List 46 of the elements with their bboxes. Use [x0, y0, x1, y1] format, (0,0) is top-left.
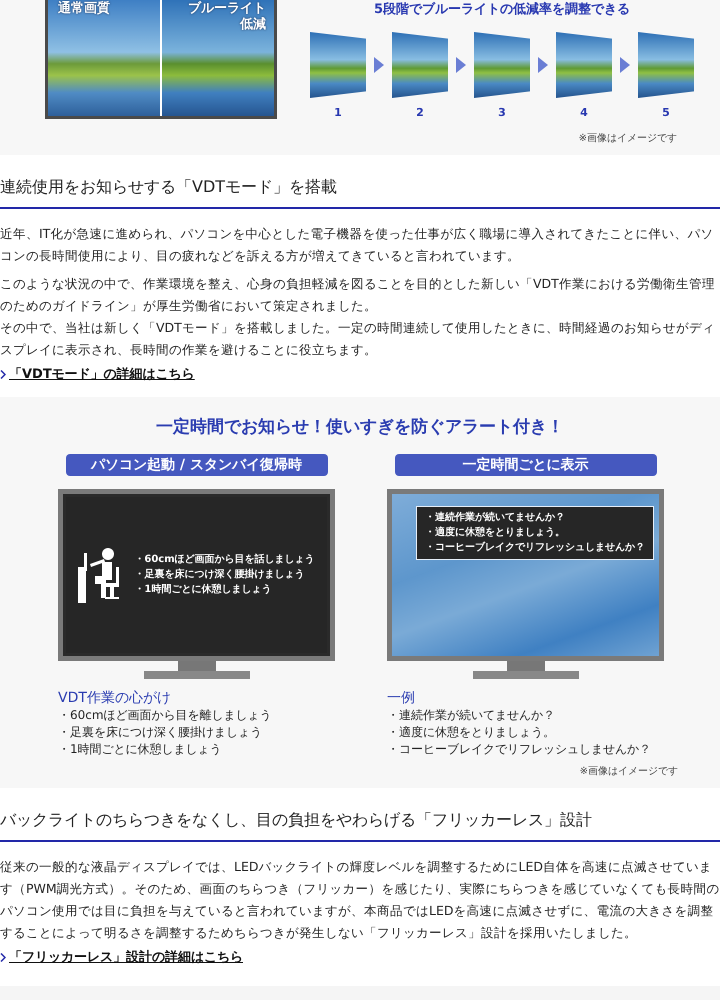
list-item: ・60cmほど画面から目を離しましょう: [58, 707, 272, 724]
screen-text: ・連続作業が続いてませんか？: [425, 512, 566, 524]
arrow-icon: [374, 57, 384, 73]
photo-placeholder: [474, 32, 530, 98]
photo-placeholder: [638, 32, 694, 98]
list-item: ・足裏を床につけ深く腰掛けましょう: [58, 724, 262, 741]
section-title: 5段階でブルーライトの低減率を調整できる: [374, 0, 630, 18]
step-number: 2: [416, 106, 424, 119]
screen-text: ・適度に休憩をとりましょう。: [425, 527, 566, 539]
arrow-icon: [620, 57, 630, 73]
list-item: ・連続作業が続いてませんか？: [387, 707, 555, 724]
step-number: 5: [662, 106, 670, 119]
label-tag: 一定時間ごとに表示: [394, 454, 656, 476]
arrow-icon: [456, 57, 466, 73]
details-link[interactable]: 「フリッカーレス」設計の詳細はこちら: [9, 948, 243, 966]
section-heading: バックライトのちらつきをなくし、目の負担をやわらげる「フリッカーレス」設計: [0, 810, 720, 842]
paragraph: 近年、IT化が急速に進められ、パソコンを中心とした電子機器を使った仕事が広く職場に導入されてきたことに伴い、パソコンの長時間使用により、目の疲れなどを訴える方が増えてきていると言われています。: [0, 225, 714, 265]
panel-title: 一定時間でお知らせ！使いすぎを防ぐアラート付き！: [155, 416, 565, 438]
details-link[interactable]: 「VDTモード」の詳細はこちら: [9, 365, 195, 383]
screen-text: ・コーヒーブレイクでリフレッシュしませんか？: [425, 542, 645, 554]
paragraph: このような状況の中で、作業環境を整え、心身の負担軽減を図ることを目的とした新しい「VDT作業における労働衛生管理のためのガイドライン」が厚生労働省において策定されました。: [0, 275, 716, 315]
arrow-icon: [538, 57, 548, 73]
screen-text: ・1時間ごとに休憩しましょう: [134, 584, 272, 596]
photo-label: 通常画質: [58, 1, 110, 17]
paragraph: 従来の一般的な液晶ディスプレイでは、LEDバックライトの輝度レベルを調整するためにLED自体を高速に点滅させています（PWM調光方式）。そのため、画面のちらつき（フリッカー）を感じたり、実際にちらつきを感じていなくても長時間のパソコン使用では目に負担を与えていると言われていますが、本商品ではLEDを高速に点滅させずに、電流の大きさを調整することによって明るさを調整するためちらつきが発生しない「フリッカーレス」設計を採用いたしました。: [0, 858, 720, 942]
list-heading: VDT作業の心がけ: [58, 689, 171, 707]
chevron-icon: [0, 370, 6, 378]
chevron-icon: [0, 952, 6, 962]
step-number: 4: [580, 106, 588, 119]
image-note: ※画像はイメージです: [578, 765, 679, 778]
list-item: ・コーヒーブレイクでリフレッシュしませんか？: [387, 741, 651, 758]
photo-placeholder: [392, 32, 448, 98]
photo-label: ブルーライト低減: [187, 1, 266, 33]
section-heading: 連続使用をお知らせする「VDTモード」を搭載: [0, 177, 720, 209]
image-note: ※画像はイメージです: [578, 132, 677, 145]
list-item: ・適度に休憩をとりましょう。: [387, 724, 555, 741]
paragraph: その中で、当社は新しく「VDTモード」を搭載しました。一定の時間連続して使用したときに、時間経過のお知らせがディスプレイに表示され、長時間の作業を避けることに役立ちます。: [0, 319, 716, 359]
list-item: ・1時間ごとに休憩しましょう: [58, 741, 222, 758]
screen-text: ・足裏を床につけ深く腰掛けましょう: [134, 569, 306, 581]
photo-placeholder: [310, 32, 366, 98]
list-heading: 一例: [387, 689, 415, 707]
photo-placeholder: [556, 32, 612, 98]
label-tag: パソコン起動 / スタンバイ復帰時: [66, 454, 328, 476]
step-number: 3: [498, 106, 506, 119]
step-number: 1: [334, 106, 342, 119]
screen-text: ・60cmほど画面から目を話しましょう: [134, 554, 315, 566]
